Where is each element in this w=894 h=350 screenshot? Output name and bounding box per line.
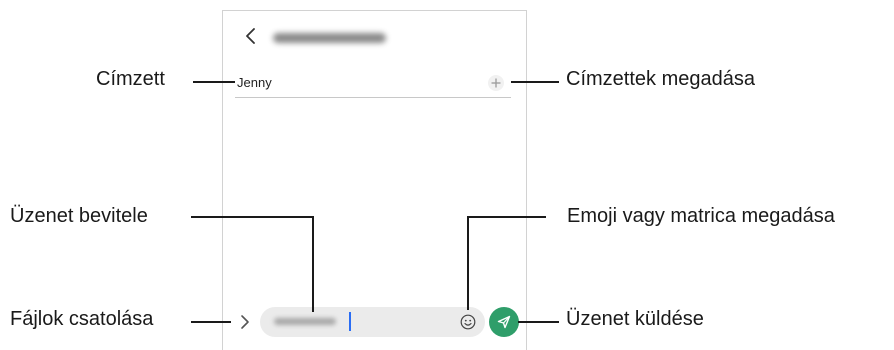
leader-emoji-v	[467, 216, 469, 310]
leader-emoji-h	[468, 216, 546, 218]
leader-enter-message-h	[191, 216, 314, 218]
recipient-divider	[235, 97, 511, 98]
callout-recipient: Címzett	[96, 68, 165, 90]
send-icon	[497, 315, 511, 329]
add-icon[interactable]	[487, 74, 505, 92]
emoji-icon[interactable]	[460, 314, 476, 330]
recipient-name[interactable]: Jenny	[237, 75, 272, 90]
callout-add-recipients: Címzettek megadása	[566, 68, 755, 90]
text-caret	[349, 312, 351, 331]
attach-icon[interactable]	[239, 314, 251, 330]
leader-enter-message-v	[312, 216, 314, 312]
leader-send-message	[518, 321, 559, 323]
leader-recipient	[193, 81, 235, 83]
back-icon[interactable]	[243, 26, 259, 46]
leader-add-recipients	[511, 81, 559, 83]
conversation-panel: Jenny	[222, 10, 527, 350]
send-button[interactable]	[489, 307, 519, 337]
message-input[interactable]	[260, 307, 485, 337]
message-placeholder-blurred	[274, 318, 336, 325]
callout-attach-files: Fájlok csatolása	[10, 308, 154, 330]
callout-enter-message: Üzenet bevitele	[10, 205, 148, 227]
callout-send-message: Üzenet küldése	[566, 308, 704, 330]
conversation-title-blurred	[273, 33, 386, 43]
leader-attach-files	[191, 321, 231, 323]
callout-emoji-sticker: Emoji vagy matrica megadása	[567, 205, 835, 227]
